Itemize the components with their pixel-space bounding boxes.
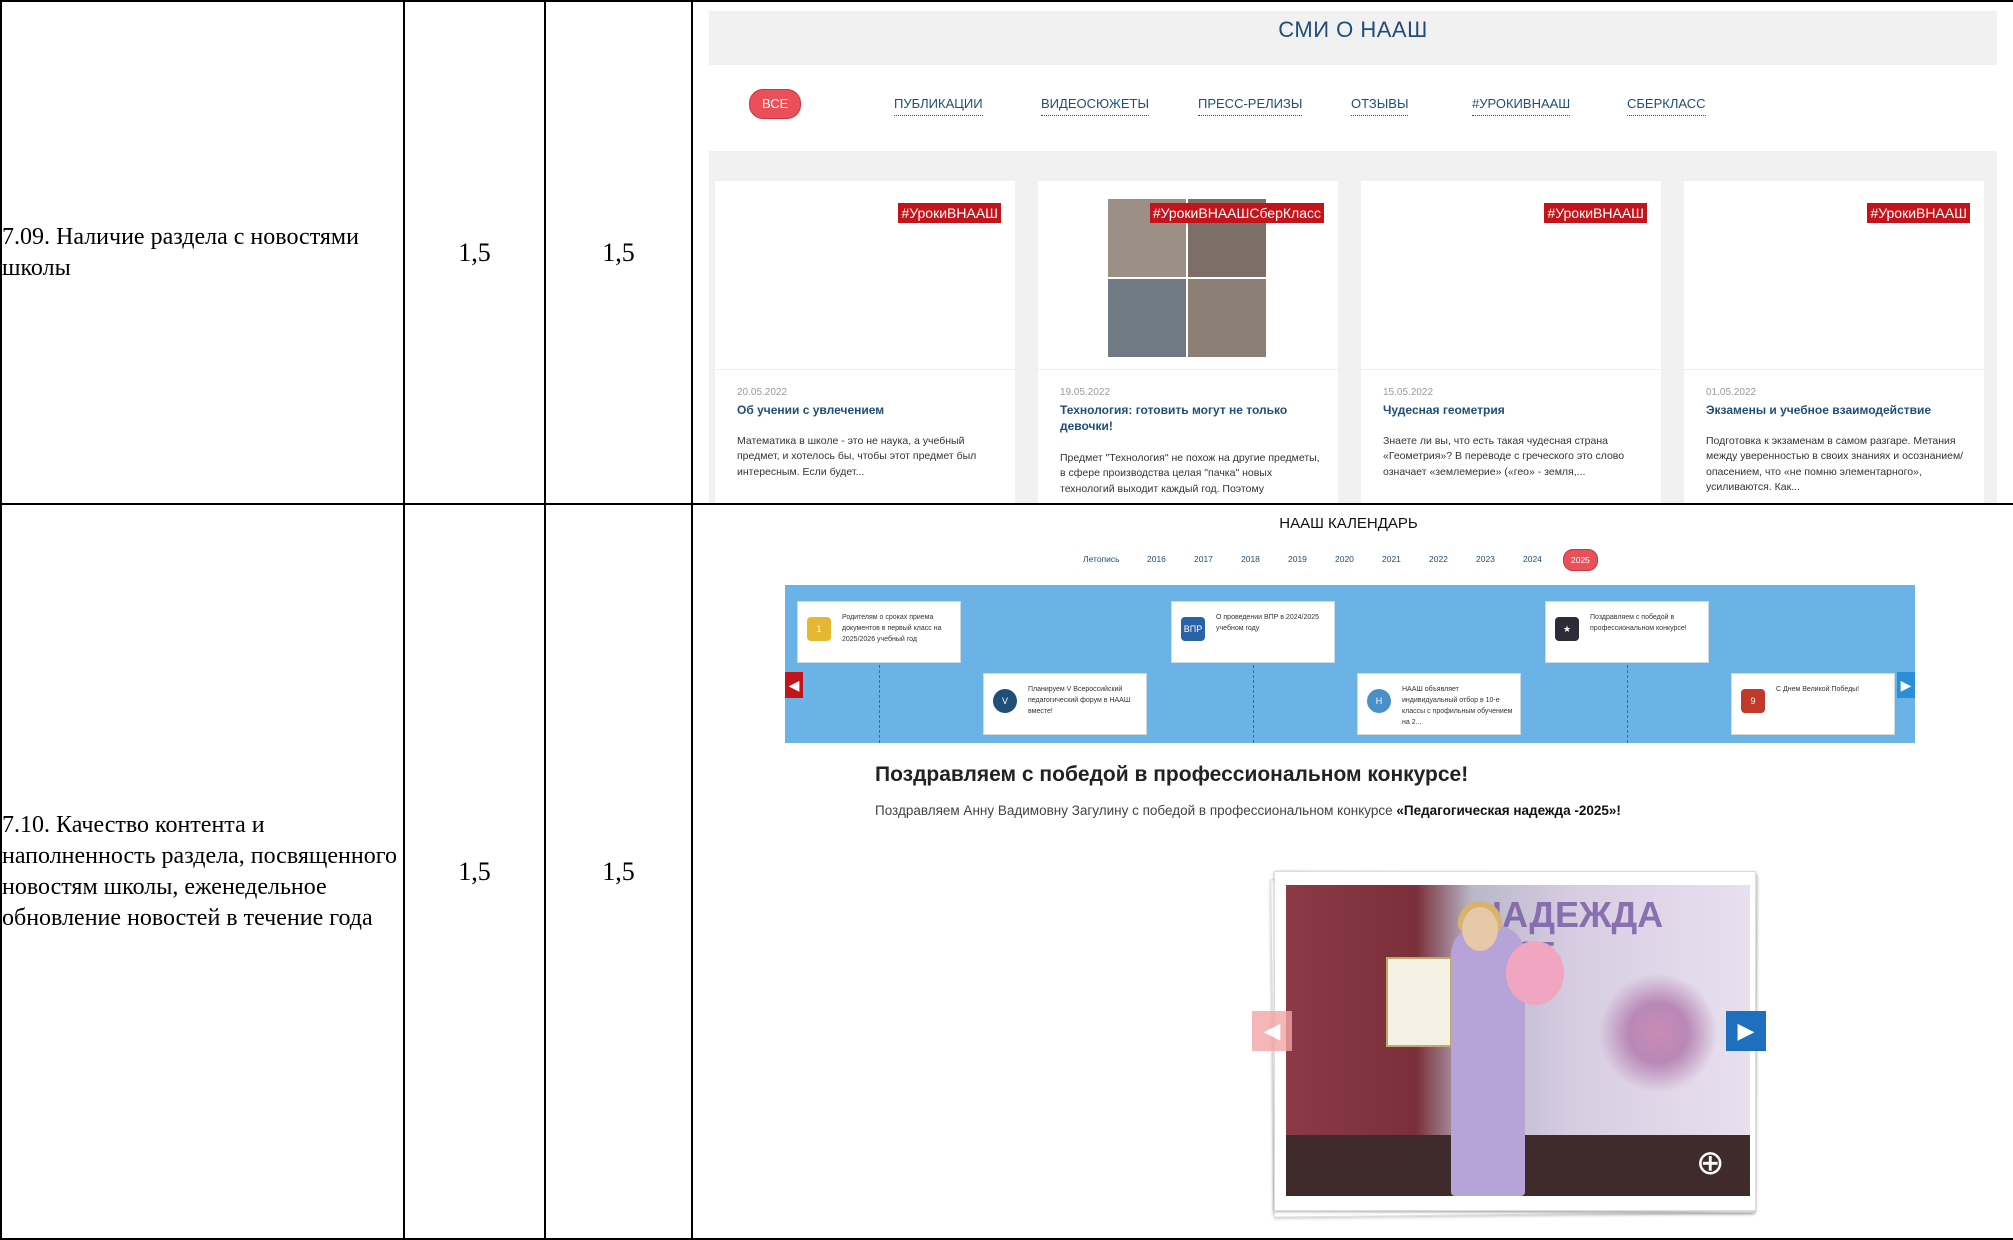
card-title[interactable]: Экзамены и учебное взаимодействие (1706, 402, 1968, 418)
gallery-next-arrow-icon[interactable]: ▶ (1726, 1011, 1766, 1051)
card-title[interactable]: Технология: готовить могут не только дев… (1060, 402, 1322, 434)
score-cell: 1,5 (403, 0, 546, 505)
filter-tabs: ВСЕ ПУБЛИКАЦИИ ВИДЕОСЮЖЕТЫ ПРЕСС-РЕЛИЗЫ … (749, 88, 1949, 121)
year-link[interactable]: 2022 (1429, 554, 1448, 564)
year-link[interactable]: 2017 (1194, 554, 1213, 564)
timeline: 1 Родителям о сроках приема документов в… (785, 585, 1915, 743)
card-excerpt: Знаете ли вы, что есть такая чудесная ст… (1383, 434, 1625, 478)
photo-diploma (1386, 957, 1452, 1047)
photo-flowers (1506, 941, 1564, 1005)
card-title[interactable]: Чудесная геометрия (1383, 402, 1645, 418)
event-icon: Н (1367, 689, 1391, 713)
year-link[interactable]: 2023 (1476, 554, 1495, 564)
card-date: 15.05.2022 (1383, 386, 1434, 398)
card-date: 19.05.2022 (1060, 386, 1111, 398)
score-cell: 1,5 (544, 0, 693, 505)
calendar-heading: НААШ КАЛЕНДАРЬ (1279, 515, 1418, 532)
tab-publications[interactable]: ПУБЛИКАЦИИ (894, 89, 983, 116)
year-link[interactable]: 2019 (1288, 554, 1307, 564)
tab-press-releases[interactable]: ПРЕСС-РЕЛИЗЫ (1198, 89, 1303, 116)
year-link[interactable]: 2020 (1335, 554, 1354, 564)
timeline-event[interactable]: 9 С Днем Великой Победы! (1731, 673, 1895, 735)
school-calendar-section: НААШ КАЛЕНДАРЬ Летопись 2016 2017 2018 2… (694, 506, 2004, 1237)
year-link[interactable]: 2018 (1241, 554, 1260, 564)
timeline-connector (1253, 665, 1254, 743)
event-icon: V (993, 689, 1017, 713)
card-tag[interactable]: #УрокиВНААШ (898, 202, 1001, 223)
zoom-in-icon[interactable]: ⊕ (1696, 1143, 1725, 1183)
event-text: Родителям о сроках приема документов в п… (842, 614, 942, 643)
card-excerpt: Подготовка к экзаменам в самом разгаре. … (1706, 434, 1964, 494)
timeline-event[interactable]: V Планируем V Всероссийский педагогическ… (983, 673, 1147, 735)
timeline-event[interactable]: ВПР О проведении ВПР в 2024/2025 учебном… (1171, 601, 1335, 663)
tab-all[interactable]: ВСЕ (749, 88, 802, 119)
card-date: 20.05.2022 (737, 386, 788, 398)
year-link[interactable]: 2024 (1523, 554, 1542, 564)
year-link[interactable]: Летопись (1083, 554, 1120, 564)
photo-person-head (1462, 907, 1498, 951)
timeline-event[interactable]: 1 Родителям о сроках приема документов в… (797, 601, 961, 663)
timeline-connector (879, 665, 880, 743)
criterion-cell: 7.10. Качество контента и наполненность … (0, 503, 405, 1240)
card-tag[interactable]: #УрокиВНААШСберКласс (1149, 202, 1324, 223)
news-card[interactable]: #УрокиВНААШ 15.05.2022 Чудесная геометри… (1361, 180, 1661, 502)
criteria-table: 7.09. Наличие раздела с новостями школы … (0, 0, 2013, 1240)
criterion-cell: 7.09. Наличие раздела с новостями школы (0, 0, 405, 505)
card-tag[interactable]: #УрокиВНААШ (1544, 202, 1647, 223)
card-excerpt: Математика в школе - это не наука, а уче… (737, 434, 977, 478)
score-cell: 1,5 (403, 503, 546, 1240)
table-row: 7.10. Качество контента и наполненность … (0, 503, 2013, 1240)
news-body: Поздравляем Анну Вадимовну Загулину с по… (875, 803, 1621, 818)
tab-lessons[interactable]: #УРОКИВНААШ (1472, 89, 1571, 116)
tab-sberclass[interactable]: СБЕРКЛАСС (1627, 89, 1706, 116)
news-card[interactable]: #УрокиВНААШСберКласс 19.05.2022 Технолог… (1038, 180, 1338, 502)
card-title[interactable]: Об учении с увлечением (737, 402, 999, 418)
timeline-event[interactable]: Н НААШ объявляет индивидуальный отбор в … (1357, 673, 1521, 735)
news-body-highlight: «Педагогическая надежда -2025»! (1396, 803, 1621, 818)
year-link[interactable]: 2016 (1147, 554, 1166, 564)
event-text: Поздравляем с победой в профессиональном… (1590, 614, 1687, 632)
event-text: Планируем V Всероссийский педагогический… (1028, 686, 1131, 715)
card-excerpt: Предмет "Технология" не похож на другие … (1060, 451, 1320, 495)
screenshot-cell: СМИ О НААШ ВСЕ ПУБЛИКАЦИИ ВИДЕОСЮЖЕТЫ ПР… (691, 0, 2013, 505)
smi-news-section: СМИ О НААШ ВСЕ ПУБЛИКАЦИИ ВИДЕОСЮЖЕТЫ ПР… (694, 3, 2004, 502)
news-headline: Поздравляем с победой в профессиональном… (875, 763, 1469, 786)
news-card[interactable]: #УрокиВНААШ 20.05.2022 Об учении с увлеч… (715, 180, 1015, 502)
tab-videos[interactable]: ВИДЕОСЮЖЕТЫ (1041, 89, 1149, 116)
year-selector: Летопись 2016 2017 2018 2019 2020 2021 2… (1083, 549, 1643, 573)
event-text: НААШ объявляет индивидуальный отбор в 10… (1402, 686, 1513, 726)
event-text: С Днем Великой Победы! (1776, 686, 1860, 693)
event-icon: ★ (1555, 617, 1579, 641)
event-icon: 9 (1741, 689, 1765, 713)
year-link[interactable]: 2021 (1382, 554, 1401, 564)
card-date: 01.05.2022 (1706, 386, 1757, 398)
event-icon: ВПР (1181, 617, 1205, 641)
news-card[interactable]: #УрокиВНААШ 01.05.2022 Экзамены и учебно… (1684, 180, 1984, 502)
gallery-prev-arrow-icon[interactable]: ◀ (1252, 1011, 1292, 1051)
timeline-prev-arrow-icon[interactable]: ◀ (785, 672, 803, 698)
tab-reviews[interactable]: ОТЗЫВЫ (1351, 89, 1409, 116)
event-icon: 1 (807, 617, 831, 641)
table-row: 7.09. Наличие раздела с новостями школы … (0, 0, 2013, 505)
card-tag[interactable]: #УрокиВНААШ (1867, 202, 1970, 223)
timeline-event[interactable]: ★ Поздравляем с победой в профессиональн… (1545, 601, 1709, 663)
news-cards: #УрокиВНААШ 20.05.2022 Об учении с увлеч… (709, 150, 1997, 502)
timeline-connector (1627, 665, 1628, 743)
timeline-next-arrow-icon[interactable]: ▶ (1897, 672, 1915, 698)
news-photo[interactable]: НАДЕЖДА 2025 ⊕ (1286, 885, 1750, 1196)
news-body-text: Поздравляем Анну Вадимовну Загулину с по… (875, 803, 1397, 818)
photo-gallery: НАДЕЖДА 2025 ⊕ ◀ ▶ (1252, 870, 1766, 1221)
year-link-active[interactable]: 2025 (1563, 549, 1598, 571)
photo-emblem (1598, 973, 1718, 1093)
screenshot-cell: НААШ КАЛЕНДАРЬ Летопись 2016 2017 2018 2… (691, 503, 2013, 1240)
score-cell: 1,5 (544, 503, 693, 1240)
section-heading: СМИ О НААШ (709, 10, 1997, 65)
event-text: О проведении ВПР в 2024/2025 учебном год… (1216, 614, 1320, 632)
